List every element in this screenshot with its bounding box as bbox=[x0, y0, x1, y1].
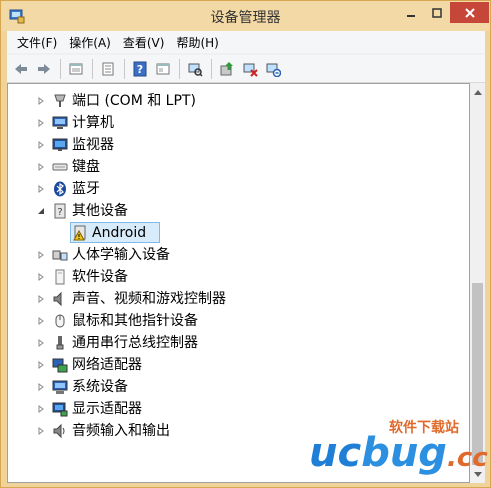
speaker-icon bbox=[52, 291, 68, 307]
disable-device-icon bbox=[243, 63, 258, 77]
expand-arrow-icon[interactable] bbox=[36, 316, 46, 326]
expand-arrow-icon[interactable] bbox=[36, 426, 46, 436]
watermark-logo-part: uc bbox=[309, 430, 362, 476]
mouse-icon bbox=[52, 313, 68, 329]
watermark-logo-part: bug bbox=[361, 430, 447, 476]
hid-icon bbox=[52, 247, 68, 263]
minimize-icon bbox=[407, 14, 415, 17]
expand-arrow-icon[interactable] bbox=[36, 162, 46, 172]
svg-text:?: ? bbox=[57, 207, 62, 218]
collapse-arrow-icon[interactable] bbox=[36, 206, 46, 216]
expand-arrow-icon[interactable] bbox=[36, 96, 46, 106]
expand-arrow-icon[interactable] bbox=[36, 360, 46, 370]
software-device-icon bbox=[52, 269, 68, 285]
expand-arrow-icon[interactable] bbox=[36, 250, 46, 260]
update-driver-button[interactable] bbox=[216, 58, 238, 80]
help-icon: ? bbox=[133, 61, 147, 76]
console-view-icon bbox=[156, 63, 170, 74]
tree-node-label: 蓝牙 bbox=[72, 181, 100, 197]
details-button[interactable] bbox=[97, 58, 119, 80]
bluetooth-icon bbox=[52, 181, 68, 197]
expand-arrow-icon[interactable] bbox=[36, 184, 46, 194]
tree-node-label: 网络适配器 bbox=[72, 357, 142, 373]
watermark-logo-part: .cc bbox=[446, 443, 488, 473]
expand-arrow-icon[interactable] bbox=[36, 118, 46, 128]
toolbar-separator bbox=[124, 58, 125, 79]
unknown-device-icon: ? bbox=[52, 203, 68, 219]
details-pane-icon bbox=[102, 62, 114, 75]
tree-node-label: 通用串行总线控制器 bbox=[72, 335, 198, 351]
expand-arrow-icon[interactable] bbox=[36, 382, 46, 392]
maximize-button[interactable] bbox=[424, 2, 450, 23]
tree-node-label: 监视器 bbox=[72, 137, 114, 153]
forward-button[interactable] bbox=[33, 58, 55, 80]
menu-action[interactable]: 操作(A) bbox=[63, 34, 117, 51]
tree-node-label: 鼠标和其他指针设备 bbox=[72, 313, 198, 329]
audio-io-icon bbox=[52, 423, 68, 439]
disable-device-button[interactable] bbox=[239, 58, 261, 80]
back-arrow-icon bbox=[15, 63, 27, 74]
usb-icon bbox=[52, 335, 68, 351]
expand-arrow-icon[interactable] bbox=[36, 404, 46, 414]
tree-node-label: 人体学输入设备 bbox=[72, 247, 170, 263]
update-driver-icon bbox=[220, 61, 233, 75]
back-button[interactable] bbox=[10, 58, 32, 80]
console-view-button[interactable] bbox=[152, 58, 174, 80]
tree-node-label: 其他设备 bbox=[72, 203, 128, 219]
expand-arrow-icon[interactable] bbox=[36, 294, 46, 304]
maximize-icon bbox=[432, 7, 442, 18]
tree-node-label: 音频输入和输出 bbox=[72, 423, 170, 439]
watermark: 软件下载站 ucbug.cc bbox=[309, 417, 489, 477]
warning-device-icon bbox=[72, 225, 88, 241]
client-area: 文件(F) 操作(A) 查看(V) 帮助(H) ? 端口 (COM 和 LPT)… bbox=[7, 31, 485, 483]
help-button[interactable]: ? bbox=[129, 58, 151, 80]
expand-arrow-icon[interactable] bbox=[36, 272, 46, 282]
monitor-icon bbox=[52, 137, 68, 153]
watermark-logo: ucbug.cc bbox=[309, 431, 488, 480]
svg-text:?: ? bbox=[137, 63, 143, 76]
tree-node-label: 显示适配器 bbox=[72, 401, 142, 417]
toolbar-separator bbox=[60, 58, 61, 79]
scroll-up-arrow-icon bbox=[473, 89, 482, 95]
tree-node-selected[interactable]: Android bbox=[8, 222, 469, 244]
expand-arrow-icon[interactable] bbox=[36, 140, 46, 150]
toolbar-separator bbox=[211, 58, 212, 79]
properties-button[interactable] bbox=[65, 58, 87, 80]
keyboard-icon bbox=[52, 159, 68, 175]
system-device-icon bbox=[52, 379, 68, 395]
toolbar-separator bbox=[92, 58, 93, 79]
forward-arrow-icon bbox=[38, 63, 50, 74]
tree-node-label: Android bbox=[92, 225, 147, 241]
tree-node-label: 计算机 bbox=[72, 115, 114, 131]
close-icon bbox=[464, 7, 475, 18]
port-icon bbox=[52, 93, 68, 109]
menu-help[interactable]: 帮助(H) bbox=[170, 34, 224, 51]
device-manager-window: 设备管理器 文件(F) 操作(A) 查看(V) 帮助(H) ? 端口 (COM … bbox=[0, 0, 491, 488]
tree-node-label: 键盘 bbox=[72, 159, 100, 175]
toolbar: ? bbox=[7, 55, 485, 83]
scroll-up-button[interactable] bbox=[470, 83, 485, 100]
properties-sheet-icon bbox=[69, 63, 83, 74]
title-bar[interactable]: 设备管理器 bbox=[1, 1, 490, 31]
toolbar-separator bbox=[179, 58, 180, 79]
scan-hardware-button[interactable] bbox=[184, 58, 206, 80]
menu-file[interactable]: 文件(F) bbox=[11, 34, 63, 51]
tree-node-label: 端口 (COM 和 LPT) bbox=[72, 93, 196, 109]
computer-icon bbox=[52, 115, 68, 131]
uninstall-device-button[interactable] bbox=[262, 58, 284, 80]
close-button[interactable] bbox=[450, 2, 489, 23]
menu-view[interactable]: 查看(V) bbox=[117, 34, 171, 51]
tree-node-label: 系统设备 bbox=[72, 379, 128, 395]
tree-node-label: 声音、视频和游戏控制器 bbox=[72, 291, 226, 307]
menu-bar: 文件(F) 操作(A) 查看(V) 帮助(H) bbox=[7, 31, 485, 53]
expand-arrow-icon[interactable] bbox=[36, 338, 46, 348]
minimize-button[interactable] bbox=[398, 2, 424, 23]
network-adapter-icon bbox=[52, 357, 68, 373]
scan-hardware-icon bbox=[188, 63, 203, 77]
uninstall-device-icon bbox=[266, 63, 281, 77]
tree-node-label: 软件设备 bbox=[72, 269, 128, 285]
display-adapter-icon bbox=[52, 401, 68, 417]
